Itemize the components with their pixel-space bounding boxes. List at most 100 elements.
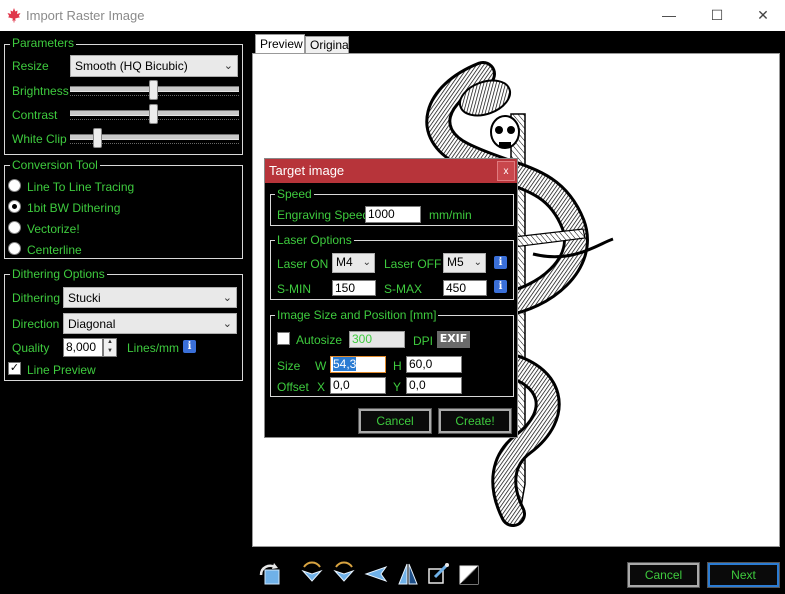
x-label: X bbox=[317, 380, 326, 394]
slider-thumb[interactable] bbox=[149, 104, 158, 124]
quality-label: Quality bbox=[12, 341, 50, 355]
title-bar: Import Raster Image — ☐ ✕ bbox=[0, 0, 785, 31]
smax-label: S-MAX bbox=[384, 282, 423, 296]
next-button-label: Next bbox=[731, 568, 756, 582]
tab-preview-label: Preview bbox=[260, 37, 303, 51]
radio-centerline-label[interactable]: Centerline bbox=[27, 243, 82, 257]
cancel-button-label: Cancel bbox=[644, 568, 683, 582]
contrast-label: Contrast bbox=[12, 108, 58, 122]
laser-on-label: Laser ON bbox=[277, 257, 329, 271]
radio-vectorize[interactable] bbox=[8, 221, 21, 234]
radio-centerline[interactable] bbox=[8, 242, 21, 255]
quality-stepper[interactable]: ▲ ▼ bbox=[103, 338, 117, 357]
close-icon: x bbox=[503, 166, 509, 177]
resize-label: Resize bbox=[12, 59, 49, 73]
next-button[interactable]: Next bbox=[707, 562, 780, 588]
chevron-down-icon: ⌄ bbox=[473, 257, 482, 268]
maximize-icon: ☐ bbox=[710, 7, 724, 23]
width-value: 54,3 bbox=[333, 357, 357, 371]
whiteclip-label: White Clip bbox=[12, 132, 67, 146]
radio-vectorize-label[interactable]: Vectorize! bbox=[27, 222, 80, 236]
window-title: Import Raster Image bbox=[26, 8, 145, 23]
dialog-title: Target image bbox=[265, 159, 517, 183]
parameters-title: Parameters bbox=[10, 36, 77, 50]
minimize-button[interactable]: — bbox=[646, 4, 692, 28]
dialog-cancel-label: Cancel bbox=[376, 414, 414, 428]
laser-options-title: Laser Options bbox=[275, 233, 354, 247]
smax-input[interactable]: 450 bbox=[443, 280, 487, 296]
resize-select[interactable]: Smooth (HQ Bicubic) ⌄ bbox=[70, 55, 238, 77]
dpi-input[interactable]: 300 bbox=[349, 331, 405, 348]
close-button[interactable]: ✕ bbox=[740, 4, 785, 28]
speed-unit: mm/min bbox=[429, 208, 472, 222]
info-icon[interactable]: i bbox=[183, 340, 196, 353]
chevron-down-icon: ⌄ bbox=[222, 292, 232, 304]
maximize-button[interactable]: ☐ bbox=[694, 4, 740, 28]
smin-input[interactable]: 150 bbox=[332, 280, 376, 296]
slider-thumb[interactable] bbox=[149, 80, 158, 100]
flip-left-icon[interactable] bbox=[299, 559, 325, 585]
offset-y-input[interactable]: 0,0 bbox=[406, 377, 462, 394]
dithering-label: Dithering bbox=[12, 291, 61, 305]
chevron-down-icon: ⌄ bbox=[362, 257, 371, 268]
resize-value: Smooth (HQ Bicubic) bbox=[75, 59, 188, 73]
image-size-title: Image Size and Position [mm] bbox=[275, 308, 439, 322]
stepper-up-icon[interactable]: ▲ bbox=[104, 339, 116, 348]
engraving-speed-input[interactable]: 1000 bbox=[365, 206, 421, 223]
radio-line-to-line-label[interactable]: Line To Line Tracing bbox=[27, 180, 134, 194]
info-icon[interactable]: i bbox=[494, 256, 507, 269]
quality-unit: Lines/mm bbox=[127, 341, 180, 355]
autosize-label[interactable]: Autosize bbox=[296, 333, 342, 347]
stepper-down-icon[interactable]: ▼ bbox=[104, 348, 116, 357]
minimize-icon: — bbox=[662, 7, 676, 23]
contrast-slider[interactable] bbox=[70, 104, 239, 124]
autosize-checkbox[interactable] bbox=[277, 332, 290, 345]
laser-on-value: M4 bbox=[336, 255, 353, 269]
dialog-create-button[interactable]: Create! bbox=[438, 408, 512, 434]
dialog-close-button[interactable]: x bbox=[497, 161, 515, 181]
offset-x-input[interactable]: 0,0 bbox=[330, 377, 386, 394]
flip-right-icon[interactable] bbox=[331, 559, 357, 585]
radio-line-to-line[interactable] bbox=[8, 179, 21, 192]
exif-button[interactable]: EXIF bbox=[437, 331, 470, 348]
tab-original[interactable]: Original bbox=[305, 36, 351, 54]
speed-title: Speed bbox=[275, 187, 314, 201]
whiteclip-slider[interactable] bbox=[70, 128, 239, 148]
mirror-vertical-icon[interactable] bbox=[395, 561, 421, 587]
y-label: Y bbox=[393, 380, 402, 394]
slider-thumb[interactable] bbox=[93, 128, 102, 148]
smin-label: S-MIN bbox=[277, 282, 311, 296]
height-input[interactable]: 60,0 bbox=[406, 356, 462, 373]
radio-bw-dithering-label[interactable]: 1bit BW Dithering bbox=[27, 201, 120, 215]
info-icon[interactable]: i bbox=[494, 280, 507, 293]
width-input[interactable]: 54,3 bbox=[330, 356, 386, 373]
close-icon: ✕ bbox=[757, 7, 769, 23]
crop-icon[interactable] bbox=[425, 561, 451, 587]
invert-icon[interactable] bbox=[456, 562, 482, 588]
dpi-label: DPI bbox=[413, 334, 434, 348]
quality-input[interactable]: 8,000 bbox=[63, 338, 103, 357]
dithering-options-title: Dithering Options bbox=[10, 267, 107, 281]
direction-select[interactable]: Diagonal ⌄ bbox=[63, 313, 237, 334]
radio-bw-dithering[interactable] bbox=[8, 200, 21, 213]
target-image-dialog: Target image x Speed Engraving Speed 100… bbox=[264, 158, 518, 438]
mirror-horizontal-icon[interactable] bbox=[363, 561, 389, 587]
offset-label: Offset bbox=[277, 380, 309, 394]
chevron-down-icon: ⌄ bbox=[223, 60, 233, 72]
engraving-speed-label: Engraving Speed bbox=[277, 208, 370, 222]
direction-label: Direction bbox=[12, 317, 60, 331]
line-preview-checkbox[interactable]: ✓ bbox=[8, 362, 21, 375]
laser-off-value: M5 bbox=[447, 255, 464, 269]
dialog-cancel-button[interactable]: Cancel bbox=[358, 408, 432, 434]
tab-preview[interactable]: Preview bbox=[255, 34, 305, 55]
dithering-select[interactable]: Stucki ⌄ bbox=[63, 287, 237, 308]
laser-off-select[interactable]: M5 ⌄ bbox=[443, 253, 486, 273]
brightness-slider[interactable] bbox=[70, 80, 239, 100]
w-label: W bbox=[315, 359, 327, 373]
cancel-button[interactable]: Cancel bbox=[627, 562, 700, 588]
conversion-tool-title: Conversion Tool bbox=[10, 158, 100, 172]
line-preview-label[interactable]: Line Preview bbox=[27, 363, 96, 377]
rotate-icon[interactable] bbox=[257, 561, 283, 587]
laser-off-label: Laser OFF bbox=[384, 257, 442, 271]
laser-on-select[interactable]: M4 ⌄ bbox=[332, 253, 375, 273]
